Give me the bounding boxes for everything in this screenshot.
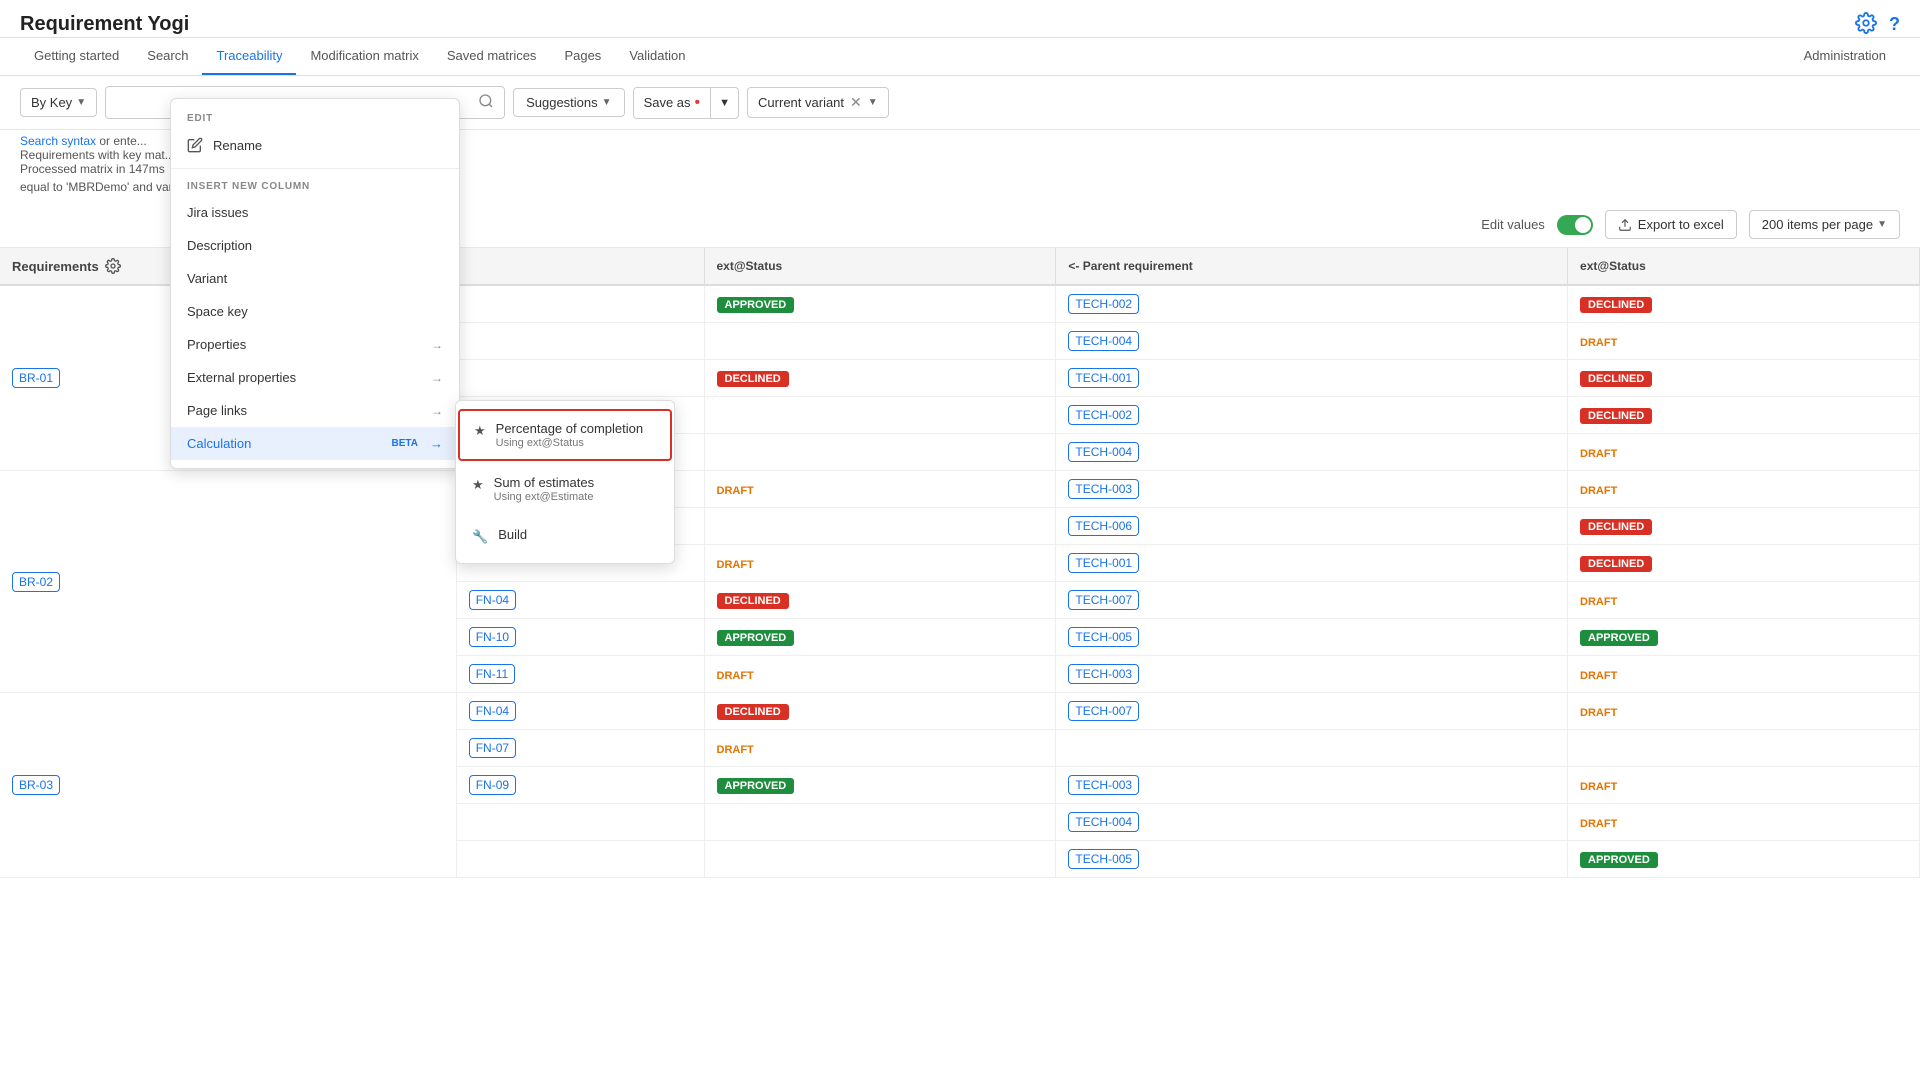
export-excel-button[interactable]: Export to excel: [1605, 210, 1737, 239]
req-br03: BR-03: [0, 693, 456, 878]
percentage-completion-item[interactable]: ★ Percentage of completion Using ext@Sta…: [458, 409, 672, 461]
star-icon-sum: ★: [472, 477, 484, 493]
nav-getting-started[interactable]: Getting started: [20, 38, 133, 75]
col-ext-status-2: ext@Status: [1568, 248, 1920, 285]
variant-chevron: ▼: [868, 97, 878, 108]
col-ext-status-1: ext@Status: [704, 248, 1056, 285]
calculation-beta-group: BETA →: [386, 436, 443, 451]
calculation-arrow: →: [430, 436, 443, 451]
search-icon[interactable]: [478, 93, 494, 112]
nav-pages[interactable]: Pages: [550, 38, 615, 75]
space-key-menu-item[interactable]: Space key: [171, 295, 459, 328]
menu-divider-1: [171, 168, 459, 169]
column-edit-menu: EDIT Rename INSERT NEW COLUMN Jira issue…: [170, 98, 460, 469]
jira-issues-menu-item[interactable]: Jira issues: [171, 196, 459, 229]
nav-validation[interactable]: Validation: [615, 38, 699, 75]
nav-search[interactable]: Search: [133, 38, 202, 75]
app-title: Requirement Yogi: [20, 13, 189, 36]
search-syntax-link[interactable]: Search syntax: [20, 134, 96, 148]
table-row: BR-02 DRAFT TECH-003 DRAFT: [0, 471, 1920, 508]
rename-menu-item[interactable]: Rename: [171, 128, 459, 162]
toggle-knob: [1575, 217, 1591, 233]
suggestions-chevron: ▼: [602, 97, 612, 108]
table-row: BR-03 FN-04 DECLINED TECH-007 DRAFT: [0, 693, 1920, 730]
pencil-icon: [187, 137, 203, 153]
filter-chevron: ▼: [76, 97, 86, 108]
requirements-gear-icon[interactable]: [105, 258, 121, 274]
page-links-arrow: →: [431, 404, 443, 418]
suggestions-button[interactable]: Suggestions ▼: [513, 88, 624, 117]
external-properties-arrow: →: [431, 371, 443, 385]
properties-menu-item[interactable]: Properties →: [171, 328, 459, 361]
help-icon[interactable]: ?: [1889, 14, 1900, 35]
items-per-page-chevron: ▼: [1877, 219, 1887, 230]
description-menu-item[interactable]: Description: [171, 229, 459, 262]
calculation-sub-menu: ★ Percentage of completion Using ext@Sta…: [455, 400, 675, 564]
save-as-dropdown-chevron[interactable]: ▼: [711, 91, 738, 115]
col-fn: [456, 248, 704, 285]
nav-traceability[interactable]: Traceability: [202, 38, 296, 75]
col-parent-req: <- Parent requirement: [1056, 248, 1568, 285]
nav-bar: Getting started Search Traceability Modi…: [0, 38, 1920, 76]
filter-select[interactable]: By Key ▼: [20, 88, 97, 117]
page-links-menu-item[interactable]: Page links →: [171, 394, 459, 427]
build-icon: 🔧: [472, 529, 488, 545]
nav-modification-matrix[interactable]: Modification matrix: [296, 38, 432, 75]
edit-values-toggle[interactable]: [1557, 215, 1593, 235]
build-item[interactable]: 🔧 Build: [456, 515, 674, 557]
app-header: Requirement Yogi ?: [0, 0, 1920, 38]
properties-arrow: →: [431, 338, 443, 352]
external-properties-menu-item[interactable]: External properties →: [171, 361, 459, 394]
variant-clear-icon[interactable]: ✕: [850, 94, 862, 111]
req-br02: BR-02: [0, 471, 456, 693]
variant-menu-item[interactable]: Variant: [171, 262, 459, 295]
insert-section-label: INSERT NEW COLUMN: [171, 175, 459, 196]
current-variant-select[interactable]: Current variant ✕ ▼: [747, 87, 889, 118]
nav-saved-matrices[interactable]: Saved matrices: [433, 38, 551, 75]
sum-estimates-item[interactable]: ★ Sum of estimates Using ext@Estimate: [456, 463, 674, 515]
settings-icon[interactable]: [1855, 12, 1877, 37]
star-icon-percentage: ★: [474, 423, 486, 439]
beta-badge: BETA: [386, 436, 424, 451]
edit-values-label: Edit values: [1481, 217, 1545, 232]
edit-section-label: EDIT: [171, 107, 459, 128]
save-as-button[interactable]: Save as • ▼: [633, 87, 739, 119]
nav-administration[interactable]: Administration: [1790, 38, 1900, 75]
calculation-menu-item[interactable]: Calculation BETA →: [171, 427, 459, 460]
save-as-dot: •: [695, 94, 701, 112]
save-as-main[interactable]: Save as •: [634, 88, 712, 118]
items-per-page-select[interactable]: 200 items per page ▼: [1749, 210, 1900, 239]
header-icons: ?: [1855, 12, 1900, 37]
